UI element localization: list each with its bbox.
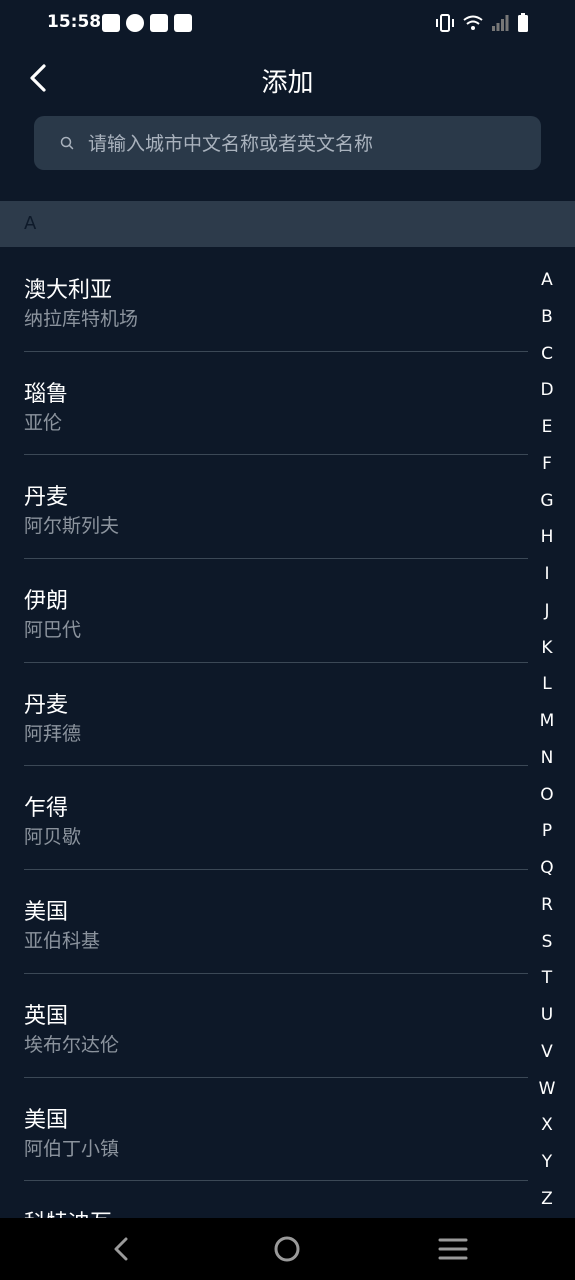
alphabet-letter-d[interactable]: D [540, 372, 553, 408]
battery-icon [518, 13, 528, 32]
city-name: 阿贝歇 [24, 826, 82, 849]
header: 添加 [0, 48, 575, 110]
alphabet-letter-h[interactable]: H [541, 519, 554, 555]
list-item[interactable]: 科特迪瓦 [0, 1181, 528, 1218]
screen: 15:58 添加 请输入城市中文名称或者英文名称 A 澳大利亚 纳拉库特机场 瑙… [0, 0, 575, 1280]
list-item[interactable]: 丹麦 阿尔斯列夫 [0, 455, 528, 560]
search-input[interactable] [86, 116, 530, 172]
check-circle-icon [126, 14, 144, 32]
alphabet-letter-v[interactable]: V [541, 1034, 553, 1070]
status-bar: 15:58 [0, 0, 575, 48]
home-icon[interactable] [273, 1235, 301, 1263]
list-item[interactable]: 美国 阿伯丁小镇 [0, 1078, 528, 1182]
city-list: 澳大利亚 纳拉库特机场 瑙鲁 亚伦 丹麦 阿尔斯列夫 伊朗 阿巴代 丹麦 阿拜德… [0, 248, 528, 1218]
city-name: 阿拜德 [24, 722, 82, 745]
alphabet-letter-z[interactable]: Z [541, 1181, 553, 1217]
search-box[interactable] [34, 116, 541, 172]
alphabet-index[interactable]: ABCDEFGHIJKLMNOPQRSTUVWXYZ [535, 262, 559, 1217]
list-item[interactable]: 瑙鲁 亚伦 [0, 352, 528, 456]
page-title: 添加 [261, 68, 314, 98]
city-country: 瑙鲁 [24, 381, 69, 407]
alphabet-letter-e[interactable]: E [542, 409, 553, 445]
city-country: 丹麦 [24, 485, 69, 511]
status-system-icons [435, 13, 529, 33]
city-name: 埃布尔达伦 [24, 1033, 120, 1056]
city-country: 科特迪瓦 [24, 1205, 112, 1218]
section-header: A [0, 201, 575, 247]
list-item[interactable]: 英国 埃布尔达伦 [0, 974, 528, 1078]
alphabet-letter-b[interactable]: B [541, 299, 553, 335]
city-country: 澳大利亚 [24, 278, 113, 303]
navigation-bar [0, 1218, 575, 1280]
list-item[interactable]: 伊朗 阿巴代 [0, 559, 528, 663]
city-name: 亚伯科基 [24, 930, 101, 953]
alphabet-letter-k[interactable]: K [541, 630, 552, 666]
alphabet-letter-o[interactable]: O [540, 777, 553, 813]
status-time: 15:58 [47, 12, 102, 32]
alphabet-letter-c[interactable]: C [541, 336, 553, 372]
city-country: 乍得 [24, 796, 69, 822]
back-icon[interactable] [108, 1235, 136, 1263]
menu-icon[interactable] [438, 1235, 468, 1263]
alphabet-letter-f[interactable]: F [542, 446, 552, 482]
alphabet-letter-t[interactable]: T [542, 960, 552, 996]
city-name: 阿巴代 [24, 619, 82, 642]
list-item[interactable]: 澳大利亚 纳拉库特机场 [0, 248, 528, 352]
city-country: 丹麦 [24, 692, 69, 718]
alphabet-letter-q[interactable]: Q [540, 850, 553, 886]
alphabet-letter-n[interactable]: N [541, 740, 554, 776]
list-item[interactable]: 美国 亚伯科基 [0, 870, 528, 974]
city-country: 伊朗 [24, 589, 69, 615]
alphabet-letter-g[interactable]: G [540, 483, 553, 519]
alphabet-letter-l[interactable]: L [542, 666, 551, 702]
alphabet-letter-p[interactable]: P [542, 813, 552, 849]
city-name: 阿伯丁小镇 [24, 1137, 120, 1160]
vibrate-icon [436, 14, 454, 32]
alphabet-letter-x[interactable]: X [541, 1107, 553, 1143]
wifi-icon [463, 15, 483, 30]
alphabet-letter-a[interactable]: A [541, 262, 553, 298]
section-letter: A [24, 213, 37, 234]
mail-icon [102, 14, 120, 32]
alphabet-letter-i[interactable]: I [544, 556, 549, 592]
signal-icon [492, 15, 509, 31]
city-name: 纳拉库特机场 [24, 308, 139, 330]
alphabet-letter-u[interactable]: U [541, 997, 553, 1033]
list-item[interactable]: 乍得 阿贝歇 [0, 766, 528, 871]
alphabet-letter-r[interactable]: R [541, 887, 553, 923]
alphabet-letter-m[interactable]: M [540, 703, 555, 739]
city-name: 阿尔斯列夫 [24, 515, 120, 538]
alphabet-letter-s[interactable]: S [542, 924, 553, 960]
alphabet-letter-w[interactable]: W [539, 1071, 556, 1107]
search-icon [60, 136, 74, 150]
app-icon [174, 14, 192, 32]
alphabet-letter-j[interactable]: J [544, 593, 549, 629]
city-country: 英国 [24, 1003, 69, 1029]
city-country: 美国 [24, 900, 69, 926]
calendar-icon [150, 14, 168, 32]
alphabet-letter-y[interactable]: Y [542, 1144, 552, 1180]
list-item[interactable]: 丹麦 阿拜德 [0, 663, 528, 767]
city-name: 亚伦 [24, 411, 63, 434]
status-notification-icons [102, 14, 192, 32]
city-country: 美国 [24, 1107, 69, 1133]
